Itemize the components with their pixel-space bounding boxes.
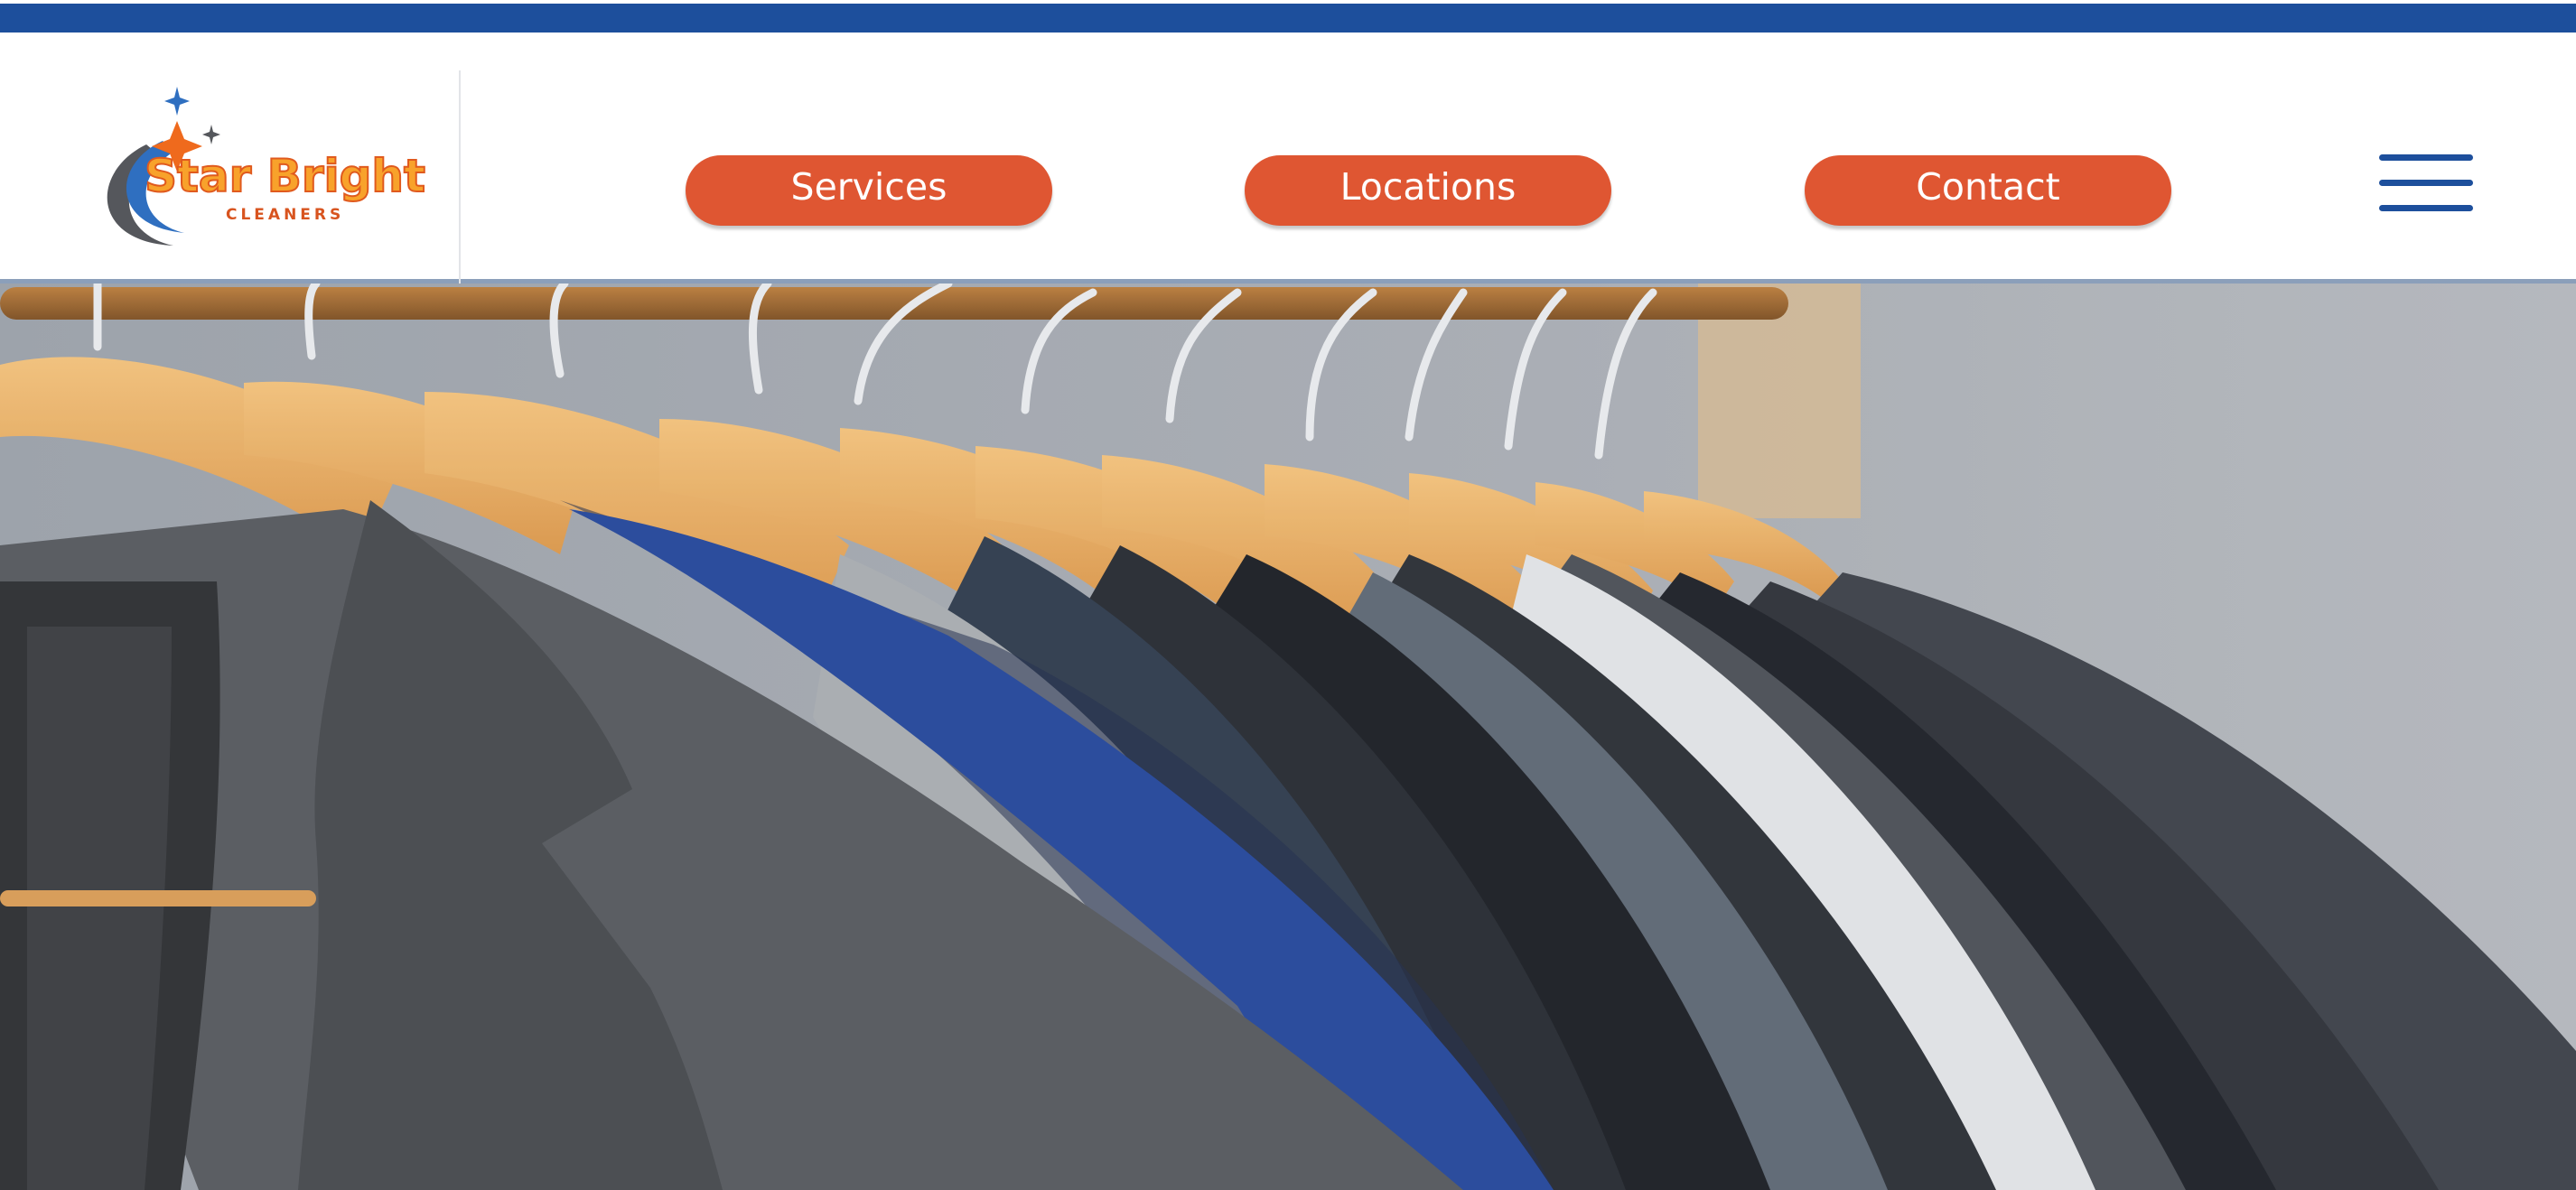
page: Star Bright CLEANERS Services Locations … (0, 0, 2576, 1190)
brand-logo[interactable]: Star Bright CLEANERS (90, 81, 426, 262)
header-divider (459, 70, 461, 296)
nav-services-button[interactable]: Services (686, 155, 1052, 226)
top-accent-bar (0, 0, 2576, 33)
nav-contact-button[interactable]: Contact (1805, 155, 2171, 226)
nav-locations-button[interactable]: Locations (1245, 155, 1611, 226)
brand-tagline: CLEANERS (226, 206, 345, 224)
hero-suits-on-rack-image (0, 284, 2576, 1190)
brand-name: Star Bright (144, 149, 426, 203)
hamburger-icon[interactable] (2377, 148, 2475, 220)
site-header: Star Bright CLEANERS Services Locations … (0, 33, 2576, 296)
top-accent-bar-fill (0, 4, 2576, 33)
hero-image (0, 284, 2576, 1190)
